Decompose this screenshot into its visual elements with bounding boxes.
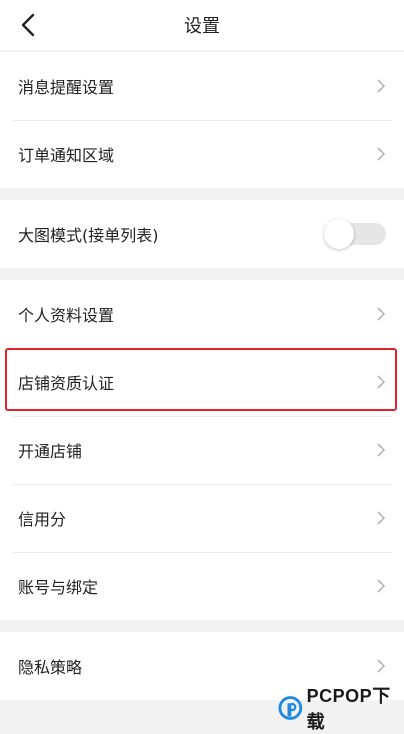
settings-row-open-store[interactable]: 开通店铺 (0, 416, 404, 484)
settings-row-credit-score[interactable]: 信用分 (0, 484, 404, 552)
row-label: 账号与绑定 (18, 578, 99, 597)
chevron-right-icon (377, 659, 386, 673)
chevron-right-icon (377, 511, 386, 525)
chevron-right-icon (377, 79, 386, 93)
row-label: 消息提醒设置 (18, 78, 115, 97)
chevron-right-icon (377, 375, 386, 389)
settings-row-store-qualification[interactable]: 店铺资质认证 (0, 348, 404, 416)
row-label: 隐私策略 (18, 658, 83, 677)
row-label: 大图模式(接单列表) (18, 226, 159, 245)
settings-group-notifications: 消息提醒设置 订单通知区域 (0, 52, 404, 188)
settings-row-large-image-mode: 大图模式(接单列表) (0, 200, 404, 268)
chevron-right-icon (377, 579, 386, 593)
settings-row-order-notify-area[interactable]: 订单通知区域 (0, 120, 404, 188)
chevron-right-icon (377, 443, 386, 457)
chevron-right-icon (377, 147, 386, 161)
large-image-mode-toggle[interactable] (324, 219, 386, 249)
settings-group-account: 个人资料设置 店铺资质认证 开通店铺 信用分 账号与绑定 (0, 280, 404, 620)
header-bar: 设置 (0, 0, 404, 50)
back-button[interactable] (8, 5, 48, 45)
settings-row-profile[interactable]: 个人资料设置 (0, 280, 404, 348)
chevron-right-icon (377, 307, 386, 321)
page-title: 设置 (184, 16, 220, 37)
toggle-knob (324, 219, 354, 249)
watermark-text: PCPOP下载 (306, 686, 391, 732)
settings-row-account-binding[interactable]: 账号与绑定 (0, 552, 404, 620)
settings-row-message-reminder[interactable]: 消息提醒设置 (0, 52, 404, 120)
row-label: 店铺资质认证 (18, 374, 115, 393)
row-label: 订单通知区域 (18, 146, 115, 165)
settings-group-display: 大图模式(接单列表) (0, 200, 404, 268)
pcpop-logo-icon (278, 696, 303, 720)
chevron-left-icon (21, 13, 35, 37)
row-label: 信用分 (18, 510, 67, 529)
row-label: 个人资料设置 (18, 306, 115, 325)
watermark: PCPOP下载 (278, 682, 404, 734)
row-label: 开通店铺 (18, 442, 83, 461)
